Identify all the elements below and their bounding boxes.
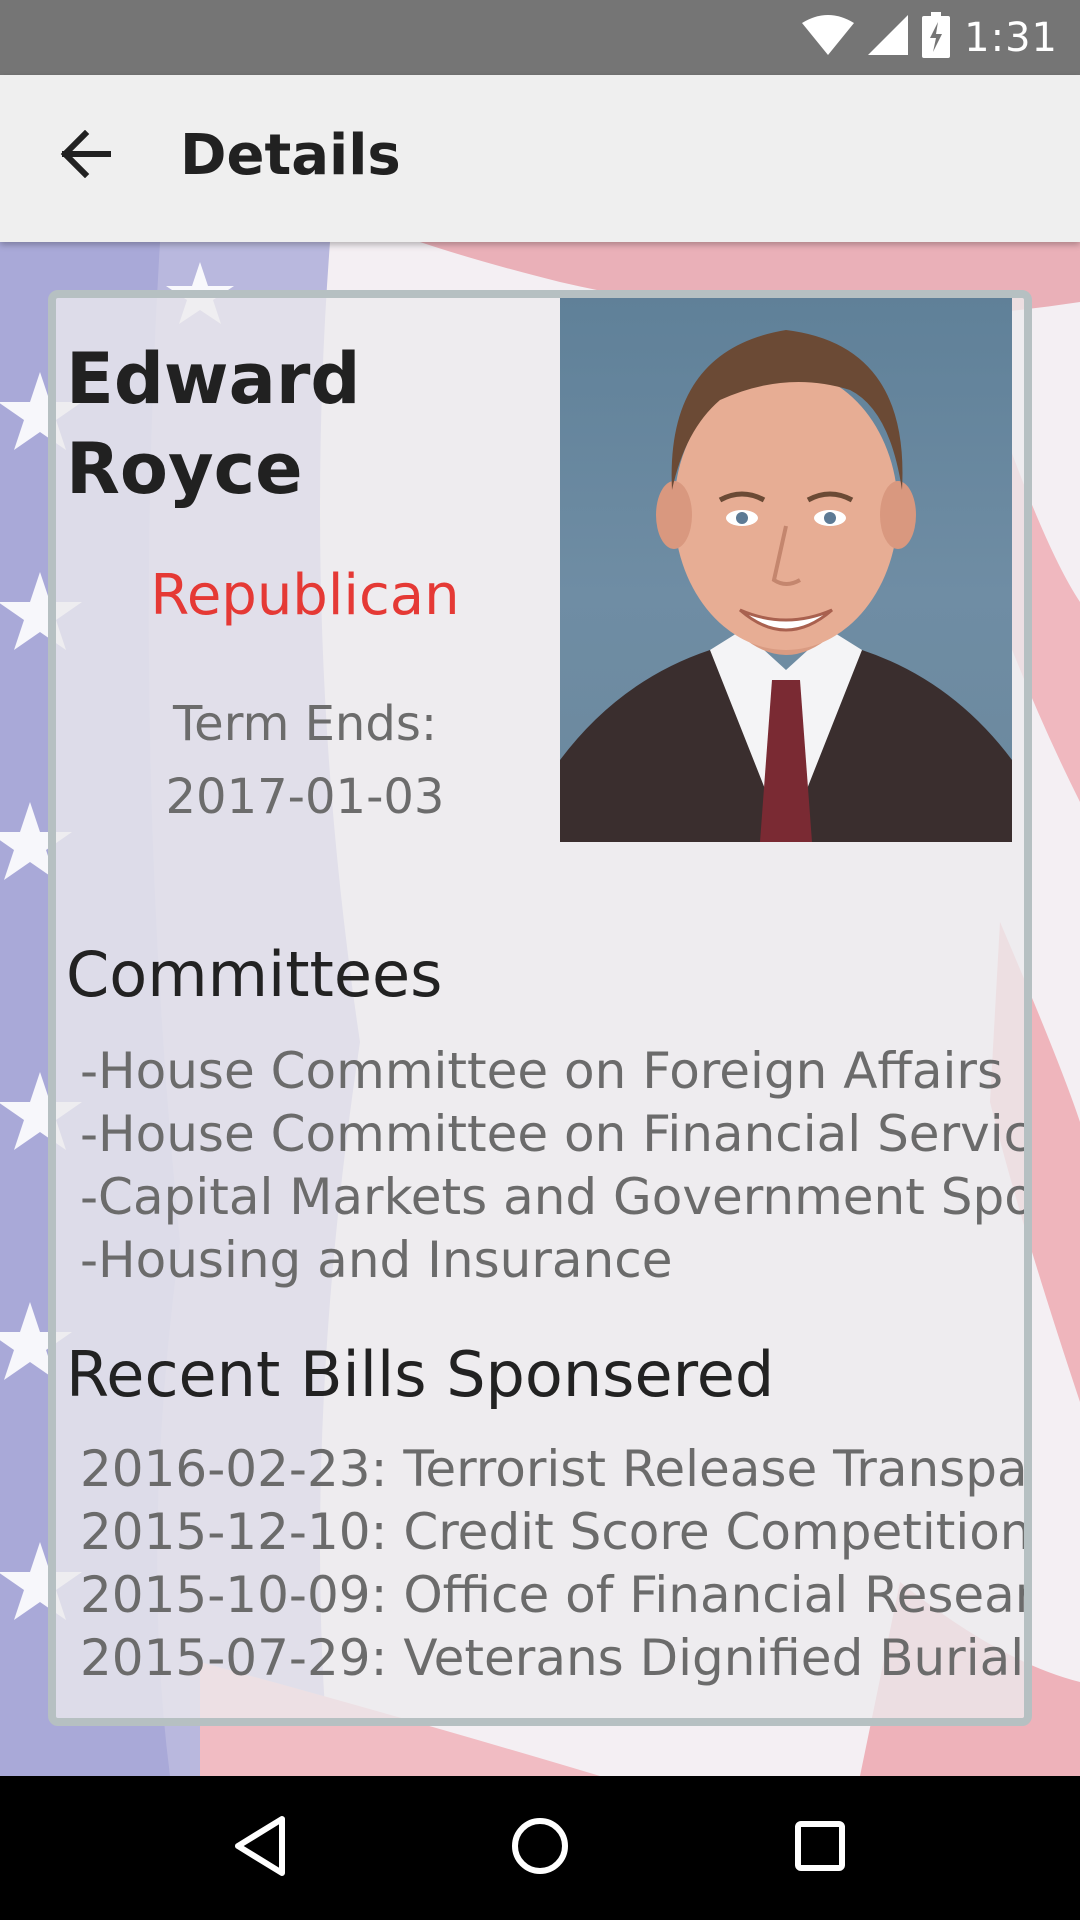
committees-list: -House Committee on Foreign Affairs -Hou… bbox=[80, 1040, 1032, 1292]
legislator-name: Edward Royce bbox=[66, 334, 486, 514]
term-info: Term Ends: 2017-01-03 bbox=[66, 688, 544, 834]
bills-heading: Recent Bills Sponsered bbox=[66, 1338, 775, 1411]
wifi-icon bbox=[802, 15, 855, 60]
committee-item: -House Committee on Financial Services bbox=[80, 1105, 1032, 1163]
back-button[interactable] bbox=[40, 111, 130, 201]
status-icons: 1:31 bbox=[802, 0, 1058, 75]
app-bar: Details bbox=[0, 75, 1080, 242]
bill-item[interactable]: 2015-07-29: Veterans Dignified Burial Ac… bbox=[80, 1627, 1024, 1690]
arrow-back-icon bbox=[59, 129, 112, 183]
navigation-bar bbox=[0, 1776, 1080, 1920]
first-name: Edward bbox=[66, 338, 361, 420]
nav-back-button[interactable] bbox=[210, 1798, 310, 1898]
term-end-date: 2017-01-03 bbox=[165, 769, 445, 825]
page-title: Details bbox=[180, 123, 401, 188]
nav-recents-button[interactable] bbox=[770, 1798, 870, 1898]
bill-item[interactable]: 2016-02-23: Terrorist Release Transparen… bbox=[80, 1438, 1024, 1501]
party-label: Republican bbox=[150, 563, 460, 628]
committee-item: -Housing and Insurance bbox=[80, 1231, 673, 1289]
last-name: Royce bbox=[66, 428, 303, 510]
cell-signal-icon bbox=[868, 15, 909, 60]
bills-list: 2016-02-23: Terrorist Release Transparen… bbox=[80, 1438, 1024, 1690]
bill-item[interactable]: 2015-12-10: Credit Score Competition Act bbox=[80, 1501, 1024, 1564]
committee-item: -Capital Markets and Government Sponsore… bbox=[80, 1168, 1032, 1226]
battery-charging-icon bbox=[922, 12, 951, 63]
committee-item: -House Committee on Foreign Affairs bbox=[80, 1042, 1004, 1100]
bill-item[interactable]: 2015-10-09: Office of Financial Research… bbox=[80, 1564, 1024, 1627]
status-bar: 1:31 bbox=[0, 0, 1080, 75]
nav-home-button[interactable] bbox=[490, 1798, 590, 1898]
recents-square-icon bbox=[794, 1820, 846, 1877]
status-time: 1:31 bbox=[964, 14, 1058, 61]
committees-heading: Committees bbox=[66, 938, 443, 1011]
home-circle-icon bbox=[510, 1816, 570, 1881]
back-triangle-icon bbox=[232, 1815, 288, 1882]
legislator-photo bbox=[560, 298, 1012, 842]
term-label: Term Ends: bbox=[173, 696, 437, 752]
details-card: Edward Royce Republican Term Ends: 2017-… bbox=[48, 290, 1032, 1726]
